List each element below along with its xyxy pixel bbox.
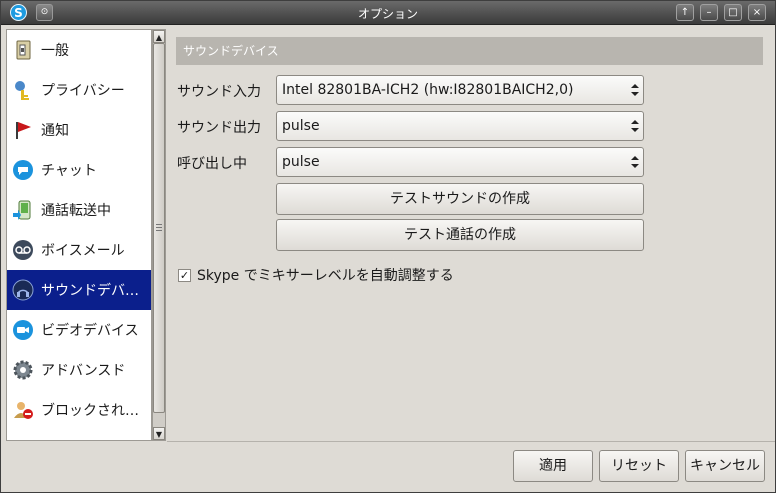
sidebar-item-notifications[interactable]: 通知 xyxy=(7,110,151,150)
general-icon xyxy=(12,39,34,61)
sound-output-value: pulse xyxy=(282,118,320,134)
sidebar-item-label: プライバシー xyxy=(41,83,125,99)
sound-output-label: サウンド出力 xyxy=(177,120,261,136)
sidebar-item-advanced[interactable]: アドバンスド xyxy=(7,350,151,390)
options-window: S ⊙ オプション ↑ – □ × 一般 プライバシー 通知 チャット 通話転送… xyxy=(0,0,776,493)
sidebar-item-label: 通話転送中 xyxy=(41,203,111,219)
sound-input-label: サウンド入力 xyxy=(177,84,261,100)
call-forward-icon xyxy=(12,199,34,221)
sidebar-scrollbar[interactable]: ▲ ▼ xyxy=(152,29,166,441)
close-button[interactable]: × xyxy=(748,4,766,21)
sidebar-item-video-devices[interactable]: ビデオデバイス xyxy=(7,310,151,350)
sound-device-icon xyxy=(12,279,34,301)
sound-output-select[interactable]: pulse xyxy=(276,111,644,141)
window-title: オプション xyxy=(357,7,418,21)
footer-divider xyxy=(167,441,775,442)
sidebar-item-call-forwarding[interactable]: 通話転送中 xyxy=(7,190,151,230)
sidebar-item-chat[interactable]: チャット xyxy=(7,150,151,190)
auto-adjust-checkbox[interactable]: ✓ xyxy=(178,268,191,282)
scroll-down-arrow[interactable]: ▼ xyxy=(153,427,165,440)
auto-adjust-row[interactable]: ✓ Skype でミキサーレベルを自動調整する xyxy=(178,265,454,285)
sound-input-value: Intel 82801BA-ICH2 (hw:I82801BAICH2,0) xyxy=(282,82,574,98)
sound-input-select[interactable]: Intel 82801BA-ICH2 (hw:I82801BAICH2,0) xyxy=(276,75,644,105)
sidebar-item-label: ビデオデバイス xyxy=(41,323,139,339)
scroll-grip xyxy=(156,224,162,225)
voicemail-icon xyxy=(12,239,34,261)
sidebar-item-label: ブロックされたユーザー xyxy=(41,403,152,419)
combo-arrows-icon xyxy=(631,156,639,168)
sidebar-item-general[interactable]: 一般 xyxy=(7,30,151,70)
maximize-button[interactable]: □ xyxy=(724,4,742,21)
test-call-button[interactable]: テスト通話の作成 xyxy=(276,219,644,251)
blocked-user-icon xyxy=(12,399,34,421)
sidebar-item-label: 一般 xyxy=(41,43,69,59)
test-sound-button[interactable]: テストサウンドの作成 xyxy=(276,183,644,215)
sidebar-item-label: 通知 xyxy=(41,123,69,139)
video-device-icon xyxy=(12,319,34,341)
auto-adjust-label[interactable]: Skype でミキサーレベルを自動調整する xyxy=(197,265,454,285)
notification-flag-icon xyxy=(12,119,34,141)
sidebar-item-voicemail[interactable]: ボイスメール xyxy=(7,230,151,270)
sidebar-item-sound-devices[interactable]: サウンドデバイス xyxy=(7,270,152,310)
sidebar-item-label: チャット xyxy=(41,163,97,179)
minimize-button[interactable]: – xyxy=(700,4,718,21)
title-bar[interactable]: S ⊙ オプション ↑ – □ × xyxy=(1,1,775,25)
next-arrow-icon xyxy=(12,439,34,440)
sidebar-item-blocked-users[interactable]: ブロックされたユーザー xyxy=(7,390,152,430)
ringing-select[interactable]: pulse xyxy=(276,147,644,177)
sidebar-item-label: アドバンスド xyxy=(41,363,126,379)
sidebar-item-more[interactable] xyxy=(7,430,151,440)
apply-button[interactable]: 適用 xyxy=(513,450,593,482)
sidebar-item-privacy[interactable]: プライバシー xyxy=(7,70,151,110)
reset-button[interactable]: リセット xyxy=(599,450,679,482)
cancel-button[interactable]: キャンセル xyxy=(685,450,765,482)
shade-button[interactable]: ↑ xyxy=(676,4,694,21)
section-header: サウンドデバイス xyxy=(176,37,763,65)
combo-arrows-icon xyxy=(631,84,639,96)
sidebar-item-label: ボイスメール xyxy=(41,243,125,259)
chat-icon xyxy=(12,159,34,181)
ringing-label: 呼び出し中 xyxy=(177,156,247,172)
privacy-icon xyxy=(12,79,34,101)
ringing-value: pulse xyxy=(282,154,320,170)
options-sidebar: 一般 プライバシー 通知 チャット 通話転送中 ボイスメール サウンドデバイス … xyxy=(6,29,152,441)
scroll-thumb[interactable] xyxy=(153,43,165,413)
advanced-gear-icon xyxy=(12,359,34,381)
scroll-up-arrow[interactable]: ▲ xyxy=(153,30,165,43)
combo-arrows-icon xyxy=(631,120,639,132)
sidebar-item-label: サウンドデバイス xyxy=(41,283,152,299)
